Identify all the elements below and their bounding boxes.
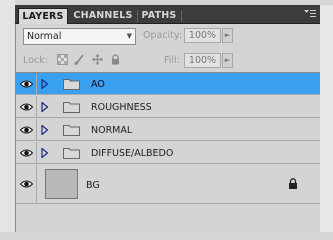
folder-icon [63, 148, 80, 159]
opacity-slider-button[interactable]: ► [222, 28, 233, 43]
layer-thumbnail [45, 169, 78, 199]
visibility-toggle[interactable] [16, 165, 37, 203]
left-margin [0, 0, 15, 232]
layer-name: DIFFUSE/ALBEDO [91, 148, 174, 159]
expand-triangle-icon[interactable] [41, 102, 48, 112]
layer-row-ao[interactable]: AO [16, 73, 320, 95]
layer-row-bg[interactable]: BG [16, 165, 320, 204]
layer-name: NORMAL [91, 125, 133, 136]
blend-mode-value: Normal [27, 31, 62, 42]
lock-all-icon[interactable] [110, 54, 121, 65]
folder-icon [63, 125, 80, 136]
eye-icon [20, 149, 33, 157]
expand-triangle-icon[interactable] [41, 148, 48, 158]
tab-divider [181, 10, 182, 22]
expand-triangle-icon[interactable] [41, 79, 48, 89]
opacity-input[interactable]: 100% [184, 28, 221, 43]
chevron-down-icon: ▼ [126, 32, 132, 40]
opacity-label: Opacity: [143, 30, 183, 41]
layer-row-normal[interactable]: NORMAL [16, 119, 320, 141]
tab-channels[interactable]: CHANNELS [70, 8, 136, 24]
eye-icon [20, 180, 33, 188]
panel-menu-icon[interactable] [304, 9, 316, 21]
tab-layers[interactable]: LAYERS [18, 8, 68, 24]
panel-scrollbar[interactable] [320, 5, 333, 232]
visibility-toggle[interactable] [16, 96, 37, 117]
layer-name: AO [91, 79, 105, 90]
fill-slider-button[interactable]: ► [222, 53, 233, 68]
eye-icon [20, 80, 33, 88]
folder-icon [63, 79, 80, 90]
tab-paths[interactable]: PATHS [139, 8, 179, 24]
visibility-toggle[interactable] [16, 119, 37, 140]
expand-triangle-icon[interactable] [41, 125, 48, 135]
lock-transparent-pixels-icon[interactable] [57, 54, 68, 65]
layer-options-bar: Normal ▼ Opacity: 100% ► Lock: Fill: 100… [15, 24, 321, 72]
folder-icon [63, 102, 80, 113]
layer-name: ROUGHNESS [91, 102, 152, 113]
eye-icon [20, 126, 33, 134]
visibility-toggle[interactable] [16, 73, 37, 94]
layer-name: BG [86, 180, 100, 191]
layer-row-diffuse-albedo[interactable]: DIFFUSE/ALBEDO [16, 142, 320, 164]
lock-position-move-icon[interactable] [92, 54, 103, 65]
fill-label: Fill: [164, 55, 180, 66]
layers-list: AO ROUGHNESS NORMAL DIFFUSE/ALBEDO BG [15, 72, 321, 232]
layer-row-roughness[interactable]: ROUGHNESS [16, 96, 320, 118]
lock-label: Lock: [23, 55, 48, 66]
tab-divider [137, 10, 138, 22]
visibility-toggle[interactable] [16, 142, 37, 163]
panel-tab-bar: LAYERS CHANNELS PATHS [15, 5, 321, 24]
lock-image-pixels-brush-icon[interactable] [74, 54, 85, 65]
blend-mode-select[interactable]: Normal ▼ [23, 28, 136, 45]
fill-input[interactable]: 100% [184, 53, 221, 68]
lock-icon [289, 178, 297, 189]
eye-icon [20, 103, 33, 111]
